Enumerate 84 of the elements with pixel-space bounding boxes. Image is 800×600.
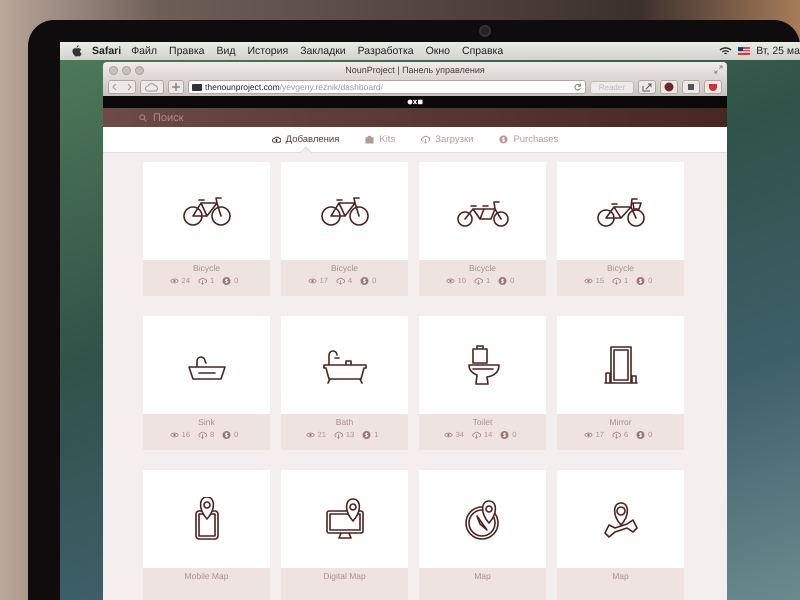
window-title: NounProject | Панель управления bbox=[345, 65, 485, 75]
icon-card[interactable]: Map bbox=[557, 470, 684, 600]
plus-icon bbox=[172, 83, 180, 91]
circle-icon bbox=[664, 82, 674, 92]
menu-item[interactable]: Разработка bbox=[358, 45, 414, 57]
menu-item[interactable]: Закладки bbox=[300, 45, 346, 57]
tab[interactable]: Добавления bbox=[272, 127, 340, 152]
tab[interactable]: Загрузки bbox=[421, 127, 474, 152]
pocket-icon bbox=[708, 82, 718, 92]
dollar-icon bbox=[222, 276, 232, 284]
eye-icon bbox=[446, 276, 455, 284]
dollar-icon bbox=[362, 430, 372, 438]
url-text: thenounproject.com/yevgeny.reznik/dashboard/ bbox=[205, 82, 384, 92]
back-forward-icon bbox=[112, 83, 132, 91]
briefcase-icon bbox=[365, 135, 374, 144]
download-cloud-icon bbox=[612, 430, 621, 438]
share-button[interactable] bbox=[638, 80, 656, 94]
search-icon bbox=[139, 114, 147, 122]
dollar-icon bbox=[636, 430, 646, 438]
cloud-icon bbox=[145, 82, 159, 92]
menu-item[interactable]: Safari bbox=[92, 45, 122, 57]
share-icon bbox=[642, 82, 652, 92]
download-cloud-icon bbox=[474, 276, 483, 284]
dollar-icon bbox=[498, 276, 508, 284]
eye-icon bbox=[170, 276, 179, 284]
dollar-icon bbox=[500, 430, 510, 438]
download-cloud-icon bbox=[198, 276, 207, 284]
menu-item[interactable]: История bbox=[247, 45, 288, 57]
address-field[interactable]: thenounproject.com/yevgeny.reznik/dashboard/ bbox=[188, 80, 586, 94]
icon-title: Bicycle bbox=[331, 263, 358, 273]
eye-icon bbox=[444, 430, 453, 438]
apple-icon[interactable] bbox=[72, 45, 82, 57]
dollar-icon bbox=[360, 276, 370, 284]
menu-item[interactable]: Правка bbox=[169, 45, 204, 57]
icon-title: Map bbox=[612, 571, 629, 581]
fullscreen-icon[interactable] bbox=[714, 65, 723, 74]
icon-title: Digital Map bbox=[323, 571, 366, 581]
download-cloud-icon bbox=[612, 276, 621, 284]
icon-card[interactable]: Map bbox=[419, 470, 546, 600]
icon-title: Bath bbox=[336, 417, 354, 427]
tab[interactable]: Purchases bbox=[499, 127, 558, 152]
camera-icon bbox=[479, 25, 491, 37]
eye-icon bbox=[306, 430, 315, 438]
dollar-icon bbox=[222, 430, 232, 438]
download-cloud-icon bbox=[198, 430, 207, 438]
icon-title: Mobile Map bbox=[184, 571, 228, 581]
icon-card[interactable]: Digital Map bbox=[281, 470, 408, 600]
square-icon bbox=[686, 82, 696, 92]
eye-icon bbox=[584, 430, 593, 438]
cloud-button[interactable] bbox=[140, 80, 164, 94]
download-cloud-icon bbox=[472, 430, 481, 438]
icon-title: Bicycle bbox=[193, 263, 220, 273]
extension-button[interactable] bbox=[682, 80, 700, 94]
icon-title: Bicycle bbox=[607, 263, 634, 273]
menu-item[interactable]: Вид bbox=[216, 45, 236, 57]
upload-cloud-icon bbox=[272, 135, 281, 144]
icon-title: Map bbox=[474, 571, 491, 581]
menu-item[interactable]: Справка bbox=[462, 45, 504, 57]
eye-icon bbox=[584, 276, 593, 284]
site-icon bbox=[192, 84, 202, 90]
flag-icon[interactable] bbox=[738, 47, 750, 55]
download-cloud-icon bbox=[334, 430, 343, 438]
download-cloud-icon bbox=[421, 135, 430, 144]
add-button[interactable] bbox=[168, 80, 184, 94]
wifi-icon[interactable] bbox=[719, 46, 732, 56]
download-cloud-icon bbox=[336, 276, 345, 284]
menu-clock[interactable]: Вт, 25 ма bbox=[756, 45, 800, 57]
icon-title: Mirror bbox=[609, 417, 632, 427]
icon-title: Sink bbox=[198, 417, 215, 427]
search-field[interactable]: Поиск bbox=[153, 112, 313, 124]
icon-card[interactable]: Mobile Map bbox=[143, 470, 270, 600]
dollar-icon bbox=[636, 276, 646, 284]
pocket-button[interactable] bbox=[704, 80, 722, 94]
reload-icon[interactable] bbox=[574, 83, 582, 91]
icon-title: Toilet bbox=[472, 417, 492, 427]
eye-icon bbox=[308, 276, 317, 284]
dollar-icon bbox=[499, 135, 508, 144]
menu-item[interactable]: Окно bbox=[426, 45, 450, 57]
extension-button[interactable] bbox=[660, 80, 678, 94]
tab[interactable]: Kits bbox=[365, 127, 396, 152]
menu-item[interactable]: Файл bbox=[131, 45, 158, 57]
logo-icon bbox=[407, 99, 423, 105]
icon-title: Bicycle bbox=[469, 263, 496, 273]
eye-icon bbox=[170, 430, 179, 438]
